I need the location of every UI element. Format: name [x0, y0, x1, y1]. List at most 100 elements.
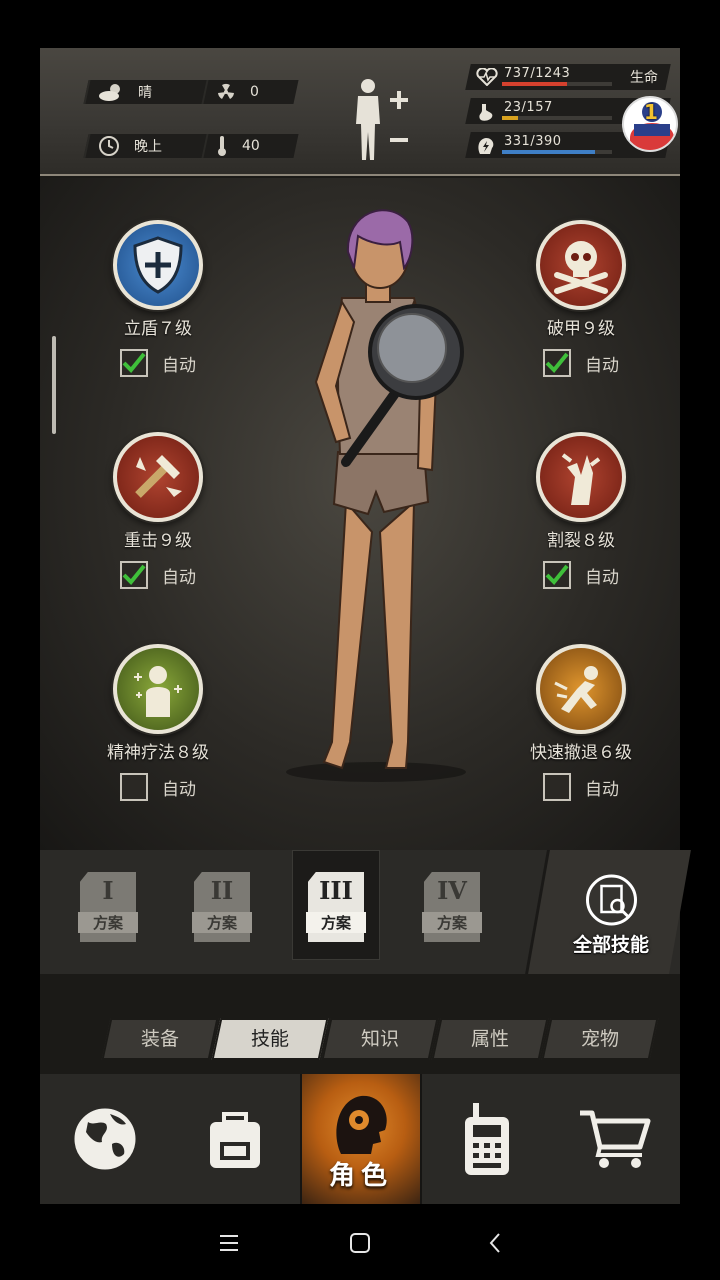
menu-button[interactable]: [214, 1228, 244, 1258]
thermometer-icon: [218, 136, 226, 156]
shopping-cart-icon: [580, 1110, 651, 1168]
health-stat: 737/1243 生命: [465, 64, 671, 90]
auto-toggle[interactable]: 自动: [501, 561, 661, 589]
skill-name: 快速撤退６级: [530, 743, 632, 763]
stomach-icon: [479, 104, 493, 121]
auto-toggle[interactable]: 自动: [501, 773, 661, 801]
backpack-icon: [210, 1112, 260, 1168]
radiation-icon: [218, 83, 234, 99]
skill-name: 破甲９级: [547, 319, 615, 339]
auto-label: 自动: [162, 355, 196, 376]
level-badge[interactable]: 1: [622, 96, 678, 152]
all-skills-button[interactable]: 全部技能: [525, 850, 691, 974]
mental-therapy-icon: [113, 644, 203, 734]
tab-label: 技能: [250, 1028, 289, 1050]
walkie-talkie-icon: [465, 1103, 509, 1175]
back-chevron-icon: [489, 1233, 500, 1253]
plan-tab-3[interactable]: III 方案: [306, 872, 368, 946]
mental-value: 331/390: [504, 134, 562, 149]
head-gear-icon: [336, 1095, 387, 1154]
auto-checkbox[interactable]: [120, 349, 148, 377]
back-button[interactable]: [480, 1228, 510, 1258]
plan-number: III: [319, 876, 353, 905]
checkmark-icon: [545, 352, 569, 373]
tab-pets[interactable]: 宠物: [541, 1018, 659, 1060]
plan-tab-4[interactable]: IV 方案: [422, 872, 484, 946]
auto-toggle[interactable]: 自动: [78, 561, 238, 589]
auto-checkbox[interactable]: [120, 561, 148, 589]
nav-character-label: 角色: [328, 1161, 393, 1191]
skill-quick-retreat[interactable]: 快速撤退６级 自动: [501, 644, 661, 801]
body-status-button[interactable]: [346, 76, 416, 162]
health-bar: [502, 82, 612, 86]
radiation-value: 0: [250, 84, 259, 100]
game-screen: 晴 0 晚上 40 737/1243 生命 23/157 331/390 立盾７…: [40, 48, 691, 1204]
clock-icon: [99, 136, 119, 156]
status-panel: 晴 0 晚上 40 737/1243 生命 23/157 331/390: [40, 48, 680, 176]
checkmark-icon: [122, 352, 146, 373]
home-button[interactable]: [345, 1228, 375, 1258]
body-figure-icon: [356, 79, 408, 160]
skill-name: 立盾７级: [124, 319, 192, 339]
checkmark-icon: [545, 564, 569, 585]
auto-checkbox[interactable]: [543, 773, 571, 801]
auto-label: 自动: [585, 779, 619, 800]
plan-number: II: [210, 876, 234, 905]
home-square-icon: [350, 1233, 370, 1253]
auto-checkbox[interactable]: [543, 561, 571, 589]
hunger-value: 23/157: [504, 100, 553, 115]
temperature-pill: 40: [201, 134, 299, 158]
auto-label: 自动: [585, 355, 619, 376]
nav-shop[interactable]: [552, 1074, 680, 1204]
skill-mental-therapy[interactable]: 精神疗法８级 自动: [78, 644, 238, 801]
scrollbar[interactable]: [52, 336, 56, 434]
nav-world-map[interactable]: [40, 1074, 170, 1204]
auto-checkbox[interactable]: [543, 349, 571, 377]
auto-label: 自动: [585, 567, 619, 588]
plan-tabs: I 方案 II 方案 III 方案 IV 方案 全部技能: [40, 850, 691, 974]
tab-skills[interactable]: 技能: [211, 1018, 329, 1060]
skill-name: 割裂８级: [547, 531, 615, 551]
skill-armor-break[interactable]: 破甲９级 自动: [501, 220, 661, 377]
system-nav-bar: [0, 1204, 720, 1280]
skill-search-icon: [585, 874, 637, 926]
character-skill-scene: 立盾７级 自动 破甲９级 自动 重击９级 自动 割裂８级 自动 精神疗法８级 自…: [40, 178, 680, 850]
auto-toggle[interactable]: 自动: [78, 773, 238, 801]
plan-tab-1[interactable]: I 方案: [78, 872, 140, 946]
tab-attributes[interactable]: 属性: [431, 1018, 549, 1060]
plan-tab-2[interactable]: II 方案: [192, 872, 254, 946]
menu-icon: [220, 1235, 238, 1251]
auto-label: 自动: [162, 779, 196, 800]
brain-bolt-icon: [478, 138, 494, 154]
plan-label: 方案: [192, 912, 252, 933]
health-label: 生命: [630, 70, 658, 86]
tab-knowledge[interactable]: 知识: [321, 1018, 439, 1060]
skill-name: 重击９级: [124, 531, 192, 551]
rend-icon: [536, 432, 626, 522]
tab-label: 宠物: [580, 1028, 619, 1050]
tab-equipment[interactable]: 装备: [101, 1018, 219, 1060]
quick-retreat-icon: [536, 644, 626, 734]
nav-character[interactable]: 角色: [302, 1074, 420, 1204]
nav-radio[interactable]: [422, 1074, 552, 1204]
auto-checkbox[interactable]: [120, 773, 148, 801]
hunger-bar: [502, 116, 612, 120]
all-skills-label: 全部技能: [572, 934, 649, 956]
plan-label: 方案: [78, 912, 138, 933]
tab-label: 属性: [470, 1028, 509, 1050]
shield-icon: [113, 220, 203, 310]
health-value: 737/1243: [504, 66, 571, 81]
skull-crossbones-icon: [536, 220, 626, 310]
skill-heavy-strike[interactable]: 重击９级 自动: [78, 432, 238, 589]
skill-shield[interactable]: 立盾７级 自动: [78, 220, 238, 377]
plan-number: I: [102, 876, 114, 905]
cloud-sun-icon: [99, 84, 120, 101]
heavy-strike-icon: [113, 432, 203, 522]
auto-toggle[interactable]: 自动: [501, 349, 661, 377]
radiation-pill: 0: [201, 80, 299, 104]
auto-toggle[interactable]: 自动: [78, 349, 238, 377]
character-illustration: [286, 209, 466, 782]
auto-label: 自动: [162, 567, 196, 588]
nav-backpack[interactable]: [170, 1074, 300, 1204]
skill-rend[interactable]: 割裂８级 自动: [501, 432, 661, 589]
